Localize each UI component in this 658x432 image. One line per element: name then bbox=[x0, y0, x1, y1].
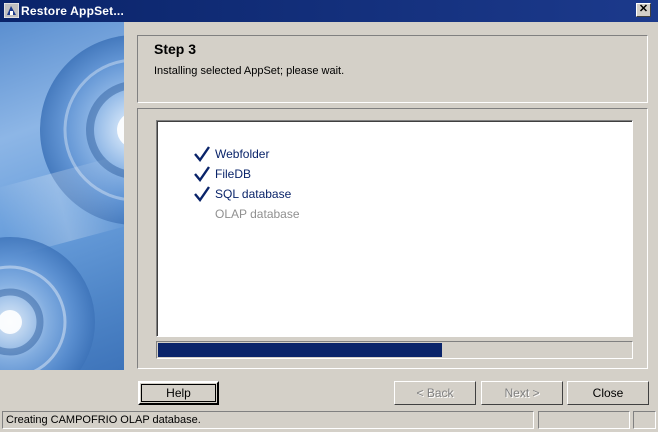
status-message: Creating CAMPOFRIO OLAP database. bbox=[2, 411, 534, 429]
checkmark-icon bbox=[194, 166, 210, 182]
status-pane-secondary bbox=[538, 411, 630, 429]
help-button[interactable]: Help bbox=[138, 381, 219, 405]
restore-appset-dialog: Restore AppSet... ✕ Step 3 Installing se… bbox=[0, 0, 658, 432]
task-label: FileDB bbox=[215, 167, 252, 181]
step-header: Step 3 Installing selected AppSet; pleas… bbox=[137, 35, 648, 103]
step-description: Installing selected AppSet; please wait. bbox=[154, 65, 345, 77]
task-label: Webfolder bbox=[215, 147, 270, 161]
close-window-button[interactable]: ✕ bbox=[636, 3, 651, 17]
title-bar[interactable]: Restore AppSet... ✕ bbox=[0, 0, 658, 22]
step-title: Step 3 bbox=[154, 41, 197, 57]
task-list: Webfolder FileDB SQL database OLAP datab… bbox=[156, 120, 633, 337]
checkmark-icon bbox=[194, 146, 210, 162]
cd-disc-artwork bbox=[0, 35, 124, 370]
close-button[interactable]: Close bbox=[567, 381, 649, 405]
window-title: Restore AppSet... bbox=[21, 4, 124, 18]
task-label: OLAP database bbox=[215, 207, 300, 221]
progress-fill bbox=[158, 343, 442, 357]
back-button[interactable]: < Back bbox=[394, 381, 476, 405]
app-icon bbox=[4, 3, 19, 18]
task-label: SQL database bbox=[215, 187, 292, 201]
wizard-side-image bbox=[0, 22, 124, 370]
next-button[interactable]: Next > bbox=[481, 381, 563, 405]
checkmark-icon bbox=[194, 186, 210, 202]
status-bar: Creating CAMPOFRIO OLAP database. bbox=[0, 409, 658, 432]
close-icon: ✕ bbox=[638, 3, 649, 15]
status-pane-tertiary bbox=[633, 411, 656, 429]
install-progress-bar bbox=[156, 341, 633, 359]
